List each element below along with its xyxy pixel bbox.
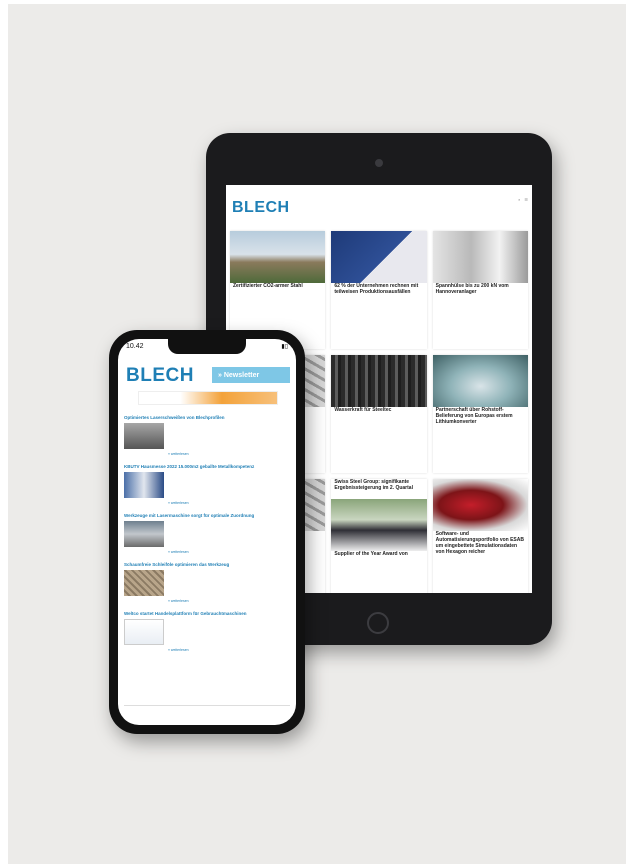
item-heading[interactable]: Weltco startet Handelsplattform für Gebr…	[124, 611, 290, 616]
article-card[interactable]: 62 % der Unternehmen rechnen mit teilwei…	[331, 231, 427, 349]
article-image	[331, 499, 427, 551]
menu-icon[interactable]: ☰	[524, 197, 528, 202]
article-card[interactable]: Partnerschaft über Rohstoff-Belieferung …	[432, 355, 528, 473]
article-card[interactable]: Spannhülse bis zu 200 kN vom Hannoveranl…	[432, 231, 528, 349]
tablet-home-button[interactable]	[367, 612, 389, 634]
status-time: 10.42	[126, 343, 144, 350]
article-image	[230, 231, 326, 283]
background-frame: BLECH ⌕ ☰ Zertifizierter CO2-armer Stahl…	[8, 4, 626, 864]
article-title[interactable]: Software- und Automatisierungsportfolio …	[436, 531, 525, 555]
tablet-top-bar: ⌕ ☰	[518, 197, 528, 202]
article-image	[432, 479, 528, 531]
item-thumbnail	[124, 619, 164, 645]
phone-screen: 10.42 ▮▯ BLECH » Newsletter Optimiertes …	[118, 339, 296, 725]
article-title[interactable]: Supplier of the Year Award von	[334, 551, 423, 557]
read-more-link[interactable]: » weiterlesen	[168, 452, 290, 456]
read-more-link[interactable]: » weiterlesen	[168, 648, 290, 652]
tablet-header: BLECH ⌕ ☰	[226, 185, 532, 229]
article-title[interactable]: 62 % der Unternehmen rechnen mit teilwei…	[334, 283, 423, 295]
article-image	[331, 231, 427, 283]
tablet-camera	[375, 159, 383, 167]
article-title[interactable]: Wasserkraft für Steeltec	[334, 407, 423, 413]
item-heading[interactable]: Optimiertes Laserschweißen von Blechprof…	[124, 415, 290, 420]
item-heading[interactable]: KBUTV Hausmesse 2022 15.000m2 geballte M…	[124, 464, 290, 469]
article-title[interactable]: Zertifizierter CO2-armer Stahl	[233, 283, 322, 289]
phone-footer	[124, 705, 290, 719]
article-title[interactable]: Swiss Steel Group: signifikante Ergebnis…	[334, 479, 423, 491]
article-title[interactable]: Partnerschaft über Rohstoff-Belieferung …	[436, 407, 525, 425]
battery-icon: ▮▯	[281, 344, 288, 350]
read-more-link[interactable]: » weiterlesen	[168, 550, 290, 554]
article-card[interactable]: Software- und Automatisierungsportfolio …	[432, 479, 528, 593]
article-title[interactable]: Spannhülse bis zu 200 kN vom Hannoveranl…	[436, 283, 525, 295]
article-image	[432, 355, 528, 407]
item-heading[interactable]: Schaumfreie Schleiföle optimieren das We…	[124, 562, 290, 567]
ad-banner[interactable]	[138, 391, 278, 405]
phone-logo[interactable]: BLECH	[126, 365, 194, 387]
article-card[interactable]: Wasserkraft für Steeltec	[331, 355, 427, 473]
item-thumbnail	[124, 521, 164, 547]
tablet-logo[interactable]: BLECH	[232, 199, 290, 217]
article-image	[331, 355, 427, 407]
search-icon[interactable]: ⌕	[518, 197, 520, 202]
read-more-link[interactable]: » weiterlesen	[168, 599, 290, 603]
item-thumbnail	[124, 472, 164, 498]
list-item[interactable]: Werkzeuge mit Lasermaschine sorgt für op…	[124, 513, 290, 554]
item-thumbnail	[124, 423, 164, 449]
phone-device: 10.42 ▮▯ BLECH » Newsletter Optimiertes …	[109, 330, 305, 734]
item-heading[interactable]: Werkzeuge mit Lasermaschine sorgt für op…	[124, 513, 290, 518]
newsletter-article-list: Optimiertes Laserschweißen von Blechprof…	[124, 415, 290, 660]
newsletter-banner[interactable]: » Newsletter	[212, 367, 290, 383]
phone-notch	[168, 339, 246, 354]
list-item[interactable]: KBUTV Hausmesse 2022 15.000m2 geballte M…	[124, 464, 290, 505]
list-item[interactable]: Weltco startet Handelsplattform für Gebr…	[124, 611, 290, 652]
list-item[interactable]: Schaumfreie Schleiföle optimieren das We…	[124, 562, 290, 603]
article-card[interactable]: Swiss Steel Group: signifikante Ergebnis…	[331, 479, 427, 593]
list-item[interactable]: Optimiertes Laserschweißen von Blechprof…	[124, 415, 290, 456]
article-image	[432, 231, 528, 283]
item-thumbnail	[124, 570, 164, 596]
read-more-link[interactable]: » weiterlesen	[168, 501, 290, 505]
